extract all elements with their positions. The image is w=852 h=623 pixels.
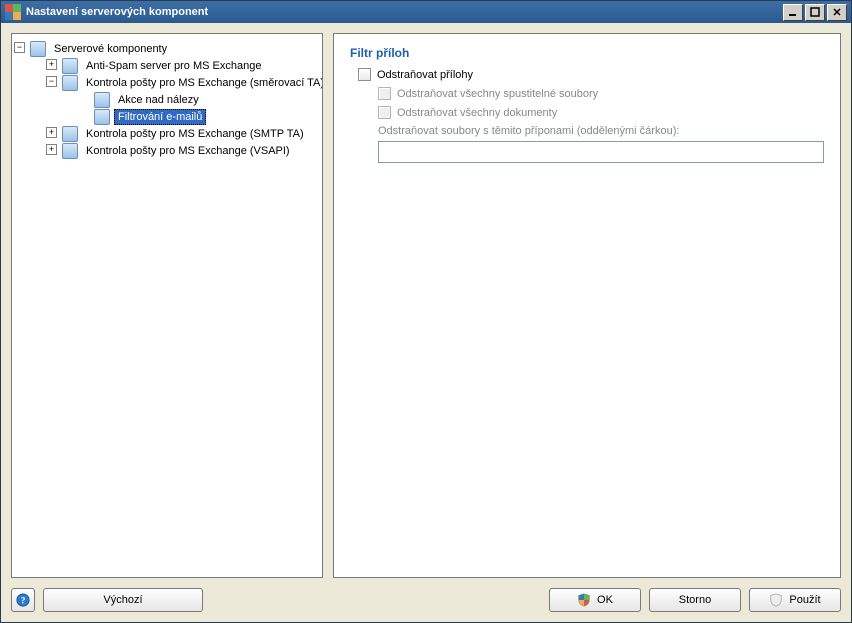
tree-label[interactable]: Akce nad nálezy bbox=[114, 92, 203, 108]
minimize-button[interactable] bbox=[783, 4, 803, 21]
button-label: Použít bbox=[789, 594, 820, 606]
tree-node[interactable]: + Kontrola pošty pro MS Exchange (VSAPI) bbox=[46, 142, 320, 159]
expander-icon[interactable]: + bbox=[46, 144, 57, 155]
tree-label-selected[interactable]: Filtrování e-mailů bbox=[114, 109, 206, 125]
sub-options: Odstraňovat všechny spustitelné soubory … bbox=[378, 87, 824, 163]
component-icon bbox=[62, 126, 78, 142]
checkbox-icon[interactable] bbox=[358, 68, 371, 81]
page-icon bbox=[94, 92, 110, 108]
button-bar: ? Výchozí OK Storno bbox=[11, 586, 841, 612]
tree-node[interactable]: + Kontrola pošty pro MS Exchange (SMTP T… bbox=[46, 125, 320, 142]
button-label: Výchozí bbox=[103, 594, 142, 606]
defaults-button[interactable]: Výchozí bbox=[43, 588, 203, 612]
option-remove-attachments[interactable]: Odstraňovat přílohy bbox=[358, 68, 824, 81]
tree-node-root[interactable]: − Serverové komponenty + Anti-Spam serve… bbox=[14, 40, 320, 159]
help-button[interactable]: ? bbox=[11, 588, 35, 612]
option-label: Odstraňovat všechny spustitelné soubory bbox=[397, 88, 598, 100]
extensions-label: Odstraňovat soubory s těmito příponami (… bbox=[378, 125, 824, 137]
close-button[interactable] bbox=[827, 4, 847, 21]
page-icon bbox=[94, 109, 110, 125]
expander-icon[interactable]: + bbox=[46, 127, 57, 138]
tree-node[interactable]: + Anti-Spam server pro MS Exchange bbox=[46, 57, 320, 74]
button-label: OK bbox=[597, 594, 613, 606]
checkbox-icon[interactable] bbox=[378, 106, 391, 119]
option-label: Odstraňovat přílohy bbox=[377, 69, 473, 81]
option-remove-documents[interactable]: Odstraňovat všechny dokumenty bbox=[378, 106, 824, 119]
content-panel: Filtr příloh Odstraňovat přílohy Odstraň… bbox=[333, 33, 841, 578]
tree-label[interactable]: Serverové komponenty bbox=[50, 41, 171, 57]
help-icon: ? bbox=[16, 593, 30, 607]
checkbox-icon[interactable] bbox=[378, 87, 391, 100]
expander-icon bbox=[78, 93, 89, 104]
button-label: Storno bbox=[679, 594, 711, 606]
panes: − Serverové komponenty + Anti-Spam serve… bbox=[11, 33, 841, 578]
extensions-input[interactable] bbox=[378, 141, 824, 163]
window-controls bbox=[783, 4, 847, 21]
client-area: − Serverové komponenty + Anti-Spam serve… bbox=[1, 23, 851, 622]
tree-label[interactable]: Anti-Spam server pro MS Exchange bbox=[82, 58, 265, 74]
svg-text:?: ? bbox=[21, 596, 26, 607]
expander-icon[interactable]: − bbox=[14, 42, 25, 53]
tree-label[interactable]: Kontrola pošty pro MS Exchange (VSAPI) bbox=[82, 143, 294, 159]
component-icon bbox=[62, 143, 78, 159]
component-icon bbox=[62, 75, 78, 91]
option-remove-executables[interactable]: Odstraňovat všechny spustitelné soubory bbox=[378, 87, 824, 100]
expander-icon bbox=[78, 110, 89, 121]
tree-node[interactable]: Akce nad nálezy bbox=[78, 91, 320, 108]
tree-label[interactable]: Kontrola pošty pro MS Exchange (směrovac… bbox=[82, 75, 323, 91]
section-title: Filtr příloh bbox=[350, 46, 824, 60]
expander-icon[interactable]: + bbox=[46, 59, 57, 70]
folder-icon bbox=[30, 41, 46, 57]
settings-window: Nastavení serverových komponent − Server… bbox=[0, 0, 852, 623]
option-label: Odstraňovat všechny dokumenty bbox=[397, 107, 557, 119]
app-icon bbox=[5, 4, 21, 20]
tree-node[interactable]: − Kontrola pošty pro MS Exchange (směrov… bbox=[46, 74, 320, 125]
tree-node[interactable]: Filtrování e-mailů bbox=[78, 108, 320, 125]
component-icon bbox=[62, 58, 78, 74]
navigation-tree[interactable]: − Serverové komponenty + Anti-Spam serve… bbox=[11, 33, 323, 578]
shield-icon bbox=[769, 593, 783, 607]
ok-button[interactable]: OK bbox=[549, 588, 641, 612]
shield-icon bbox=[577, 593, 591, 607]
maximize-button[interactable] bbox=[805, 4, 825, 21]
cancel-button[interactable]: Storno bbox=[649, 588, 741, 612]
expander-icon[interactable]: − bbox=[46, 76, 57, 87]
titlebar[interactable]: Nastavení serverových komponent bbox=[1, 1, 851, 23]
window-title: Nastavení serverových komponent bbox=[26, 6, 783, 18]
apply-button[interactable]: Použít bbox=[749, 588, 841, 612]
tree-label[interactable]: Kontrola pošty pro MS Exchange (SMTP TA) bbox=[82, 126, 308, 142]
